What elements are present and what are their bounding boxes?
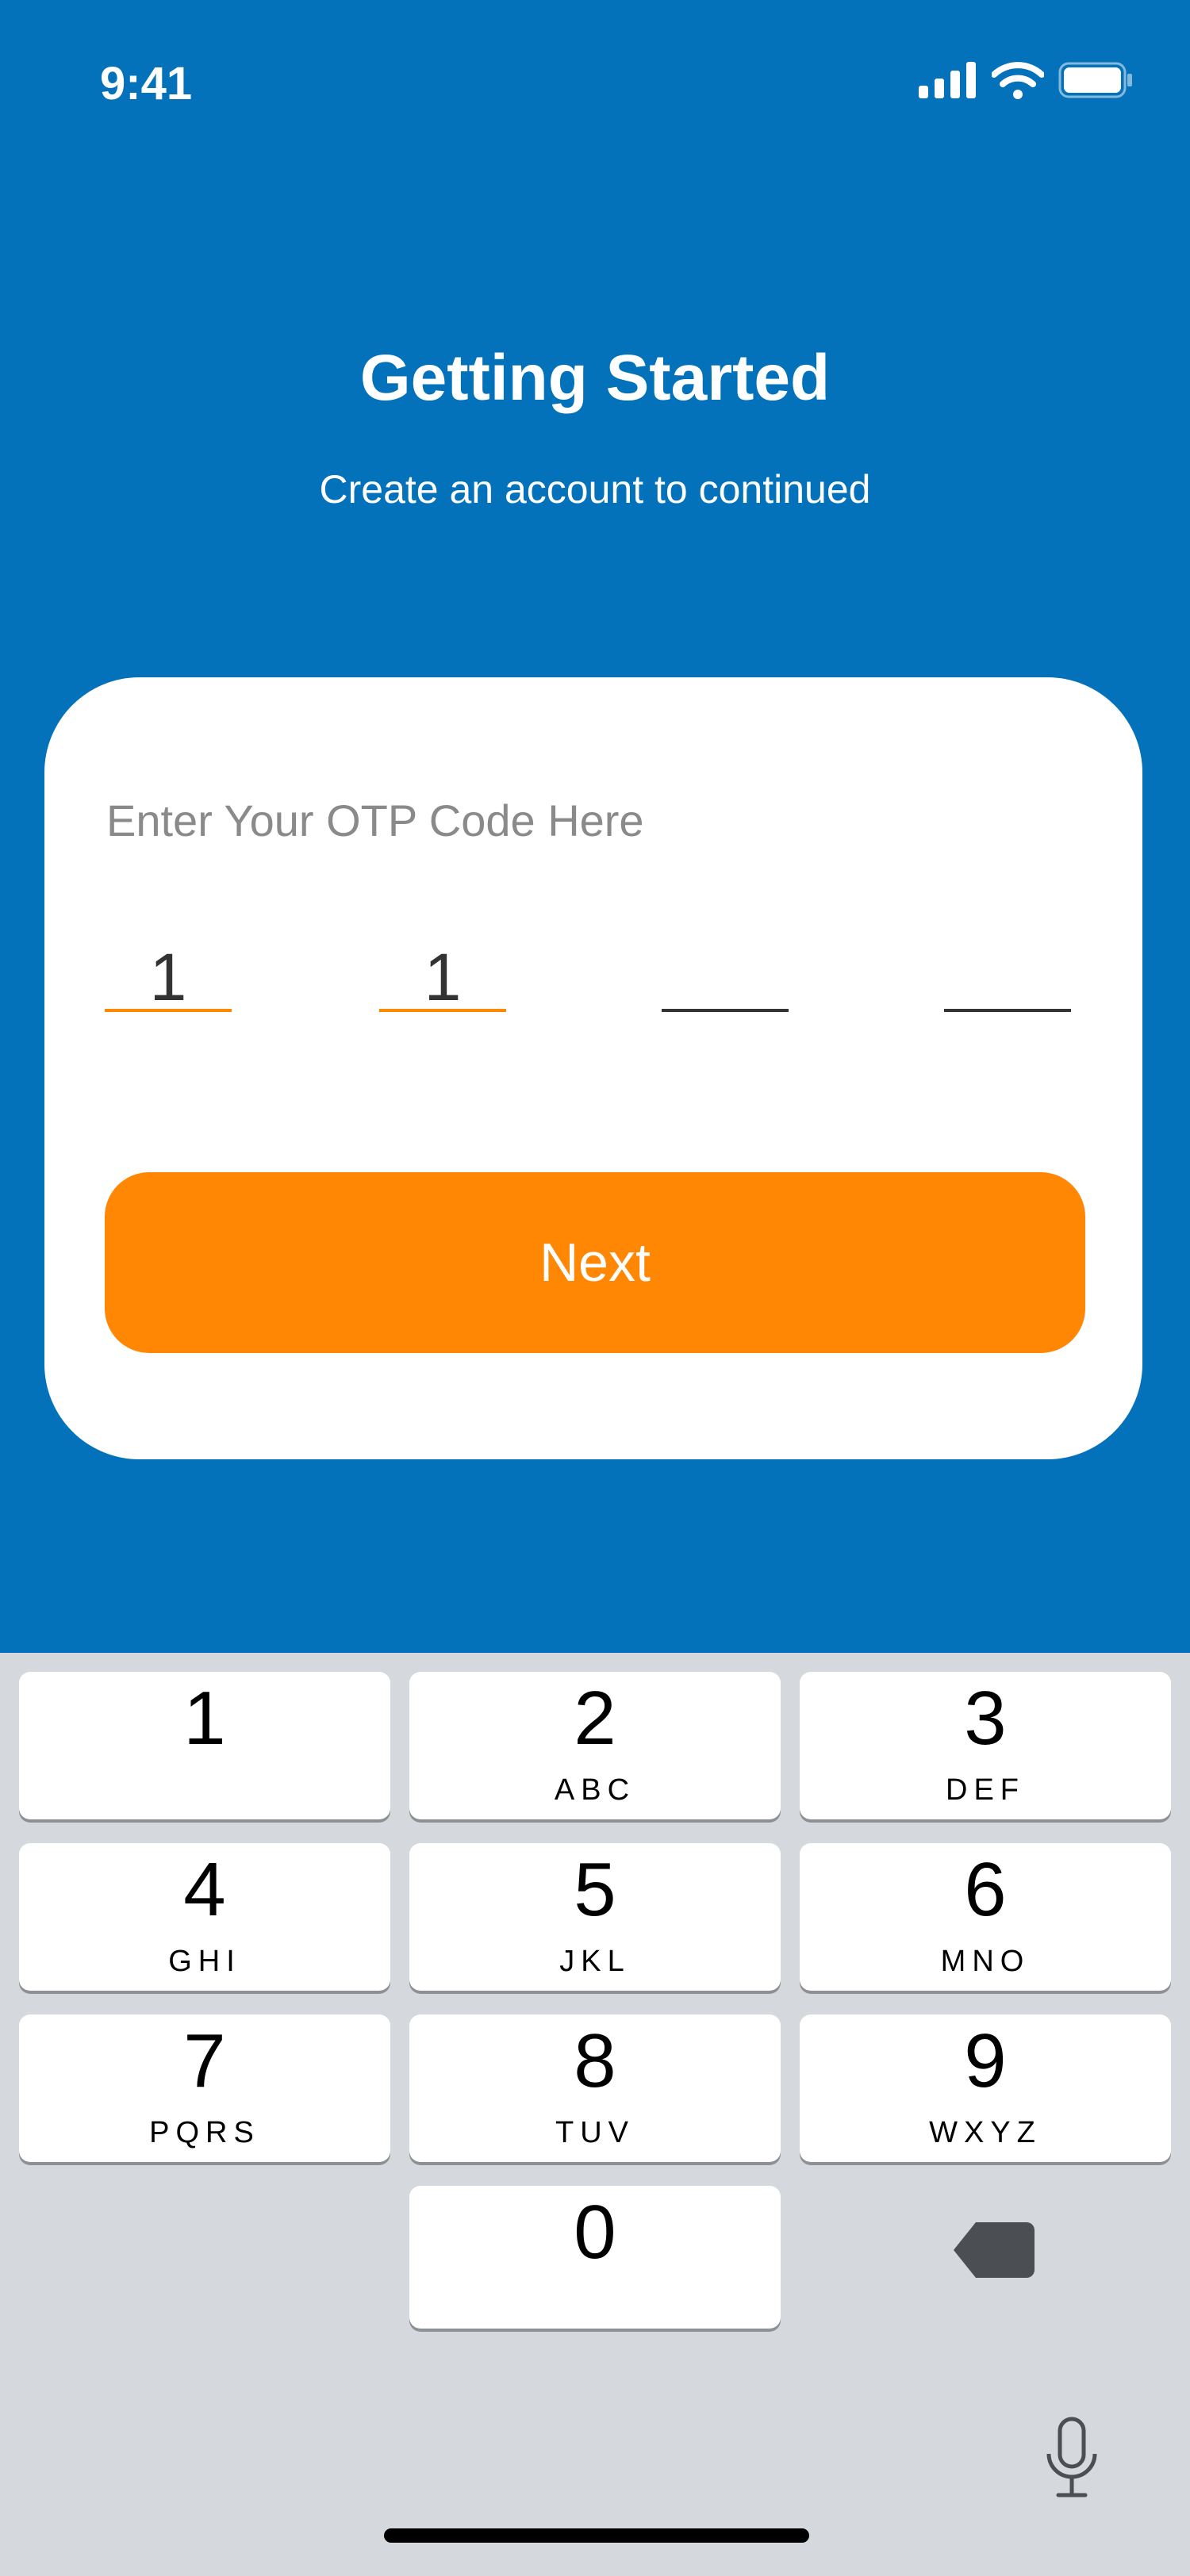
- otp-underline: [944, 1009, 1071, 1012]
- key-number: 8: [574, 2018, 616, 2103]
- otp-prompt: Enter Your OTP Code Here: [106, 795, 644, 845]
- otp-card: Enter Your OTP Code Here 1 1 Next: [44, 677, 1142, 1459]
- key-number: 2: [574, 1676, 616, 1761]
- key-letters: GHI: [168, 1945, 241, 1978]
- page-title: Getting Started: [359, 342, 831, 414]
- backspace-icon[interactable]: [952, 2221, 1035, 2279]
- otp-underline: [662, 1009, 789, 1012]
- otp-digit-2[interactable]: 1: [379, 940, 506, 1014]
- key-8[interactable]: 8 TUV: [409, 2014, 781, 2162]
- key-letters: WXYZ: [929, 2116, 1042, 2149]
- microphone-icon[interactable]: [1044, 2416, 1100, 2500]
- key-letters: JKL: [559, 1945, 631, 1978]
- key-number: 3: [964, 1676, 1007, 1761]
- numeric-keypad: 1 2 ABC 3 DEF 4 GHI 5 JKL 6 MNO 7 PQRS 8…: [0, 1653, 1190, 2576]
- key-letters: MNO: [940, 1945, 1031, 1978]
- key-number: 5: [574, 1847, 616, 1932]
- key-9[interactable]: 9 WXYZ: [800, 2014, 1171, 2162]
- key-1[interactable]: 1: [19, 1672, 390, 1819]
- key-number: 9: [964, 2018, 1007, 2103]
- key-4[interactable]: 4 GHI: [19, 1843, 390, 1991]
- key-number: 6: [964, 1847, 1007, 1932]
- key-letters: TUV: [555, 2116, 635, 2149]
- otp-digit-value: 1: [424, 940, 462, 1014]
- otp-digit-4[interactable]: [944, 947, 1071, 1012]
- header-area: 9:41 Getting Started Create an account t…: [0, 0, 1190, 1653]
- wifi-icon: [992, 62, 1044, 99]
- otp-digit-1[interactable]: 1: [105, 940, 232, 1014]
- key-3[interactable]: 3 DEF: [800, 1672, 1171, 1819]
- key-6[interactable]: 6 MNO: [800, 1843, 1171, 1991]
- otp-digit-value: 1: [149, 940, 187, 1014]
- key-letters: ABC: [554, 1773, 636, 1807]
- key-0[interactable]: 0: [409, 2186, 781, 2329]
- battery-icon: [1058, 62, 1132, 98]
- key-number: 0: [574, 2190, 616, 2275]
- key-number: 1: [183, 1676, 226, 1761]
- otp-digit-3[interactable]: [662, 947, 789, 1012]
- otp-underline: [379, 1009, 506, 1012]
- status-icons: [919, 62, 1133, 102]
- key-7[interactable]: 7 PQRS: [19, 2014, 390, 2162]
- key-number: 7: [183, 2018, 226, 2103]
- status-time: 9:41: [100, 58, 193, 109]
- cellular-signal-icon: [919, 62, 976, 98]
- otp-underline: [105, 1009, 232, 1012]
- key-number: 4: [183, 1847, 226, 1932]
- key-2[interactable]: 2 ABC: [409, 1672, 781, 1819]
- home-indicator[interactable]: [384, 2528, 809, 2543]
- next-button[interactable]: Next: [105, 1172, 1085, 1353]
- key-letters: DEF: [946, 1773, 1025, 1807]
- page-subtitle: Create an account to continued: [319, 467, 871, 512]
- key-letters: PQRS: [149, 2116, 260, 2149]
- key-5[interactable]: 5 JKL: [409, 1843, 781, 1991]
